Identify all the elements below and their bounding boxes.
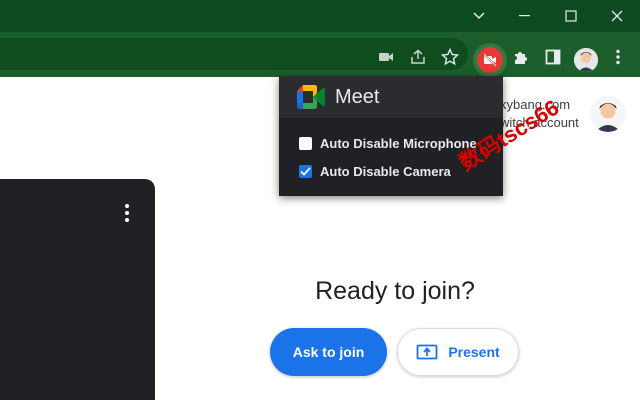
puzzle-icon[interactable]	[508, 44, 534, 70]
minimize-button[interactable]	[502, 0, 548, 32]
window-titlebar	[0, 0, 640, 32]
checkmark-icon	[300, 166, 311, 176]
ask-to-join-button[interactable]: Ask to join	[270, 328, 387, 376]
present-button[interactable]: Present	[397, 328, 519, 376]
account-avatar[interactable]	[590, 96, 626, 132]
close-icon	[611, 10, 623, 22]
share-icon[interactable]	[405, 44, 431, 70]
page-title: Ready to join?	[315, 277, 475, 305]
meet-logo-icon	[297, 85, 325, 114]
profile-avatar[interactable]	[574, 48, 598, 72]
option-label: Auto Disable Camera	[320, 163, 451, 179]
camera-checkbox[interactable]	[299, 164, 312, 178]
extension-active-icon[interactable]	[477, 47, 503, 73]
option-auto-disable-camera[interactable]: Auto Disable Camera	[299, 162, 451, 180]
popup-header: Meet	[279, 76, 503, 118]
chevron-down-icon	[473, 12, 485, 20]
extension-popup: Meet Auto Disable Microphone Auto Disabl…	[279, 76, 503, 196]
maximize-icon	[565, 10, 577, 22]
menu-icon[interactable]	[605, 44, 631, 70]
tab-search-button[interactable]	[456, 0, 502, 32]
maximize-button[interactable]	[548, 0, 594, 32]
star-icon[interactable]	[437, 44, 463, 70]
popup-title: Meet	[335, 86, 380, 108]
minimize-icon	[519, 15, 530, 17]
more-options-icon[interactable]	[121, 202, 133, 224]
camera-icon[interactable]	[373, 44, 399, 70]
option-auto-disable-microphone[interactable]: Auto Disable Microphone	[299, 134, 477, 152]
sidepanel-icon[interactable]	[540, 44, 566, 70]
present-label: Present	[448, 344, 500, 360]
present-screen-icon	[416, 344, 438, 360]
microphone-checkbox[interactable]	[299, 136, 312, 150]
close-button[interactable]	[594, 0, 640, 32]
